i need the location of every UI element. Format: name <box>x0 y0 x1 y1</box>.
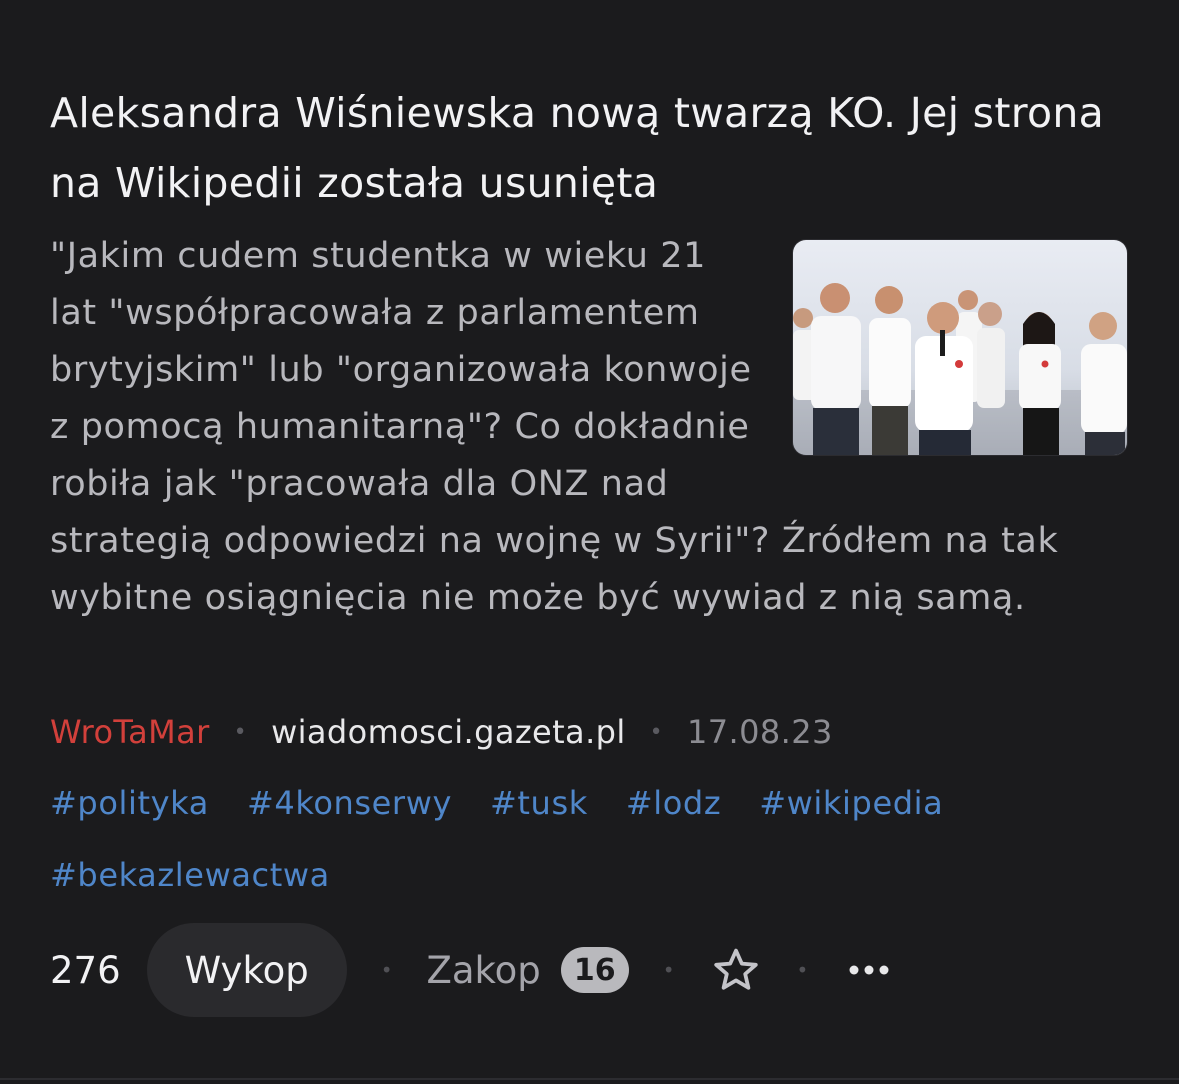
tag-list: #polityka #4konserwy #tusk #lodz #wikipe… <box>50 780 1140 898</box>
tag-link[interactable]: #lodz <box>626 780 721 826</box>
post-date: 17.08.23 <box>687 713 833 751</box>
divider <box>0 1078 1179 1080</box>
post-body: "Jakim cudem studentka w wieku 21 lat "w… <box>50 228 1140 627</box>
meta-separator: • <box>649 719 664 745</box>
wykop-button[interactable]: Wykop <box>146 923 347 1017</box>
more-dots-icon <box>849 965 889 975</box>
action-bar: 276 Wykop • Zakop 16 • • <box>50 922 896 1018</box>
zakop-label: Zakop <box>426 948 541 992</box>
post-thumbnail[interactable] <box>792 239 1128 456</box>
zakop-count-badge: 16 <box>560 947 629 993</box>
star-icon <box>713 948 758 990</box>
more-button[interactable] <box>842 943 896 997</box>
meta-separator: • <box>233 719 248 745</box>
action-separator: • <box>662 958 675 982</box>
tag-link[interactable]: #bekazlewactwa <box>50 852 330 898</box>
tag-link[interactable]: #polityka <box>50 780 209 826</box>
post-card: Aleksandra Wiśniewska nową twarzą KO. Je… <box>0 0 1179 1084</box>
author-link[interactable]: WroTaMar <box>50 713 210 751</box>
tag-link[interactable]: #wikipedia <box>759 780 943 826</box>
favorite-button[interactable] <box>709 943 763 997</box>
tag-link[interactable]: #tusk <box>490 780 588 826</box>
tag-link[interactable]: #4konserwy <box>247 780 452 826</box>
post-title[interactable]: Aleksandra Wiśniewska nową twarzą KO. Je… <box>50 78 1140 218</box>
post-meta: WroTaMar • wiadomosci.gazeta.pl • 17.08.… <box>50 710 833 754</box>
thumbnail-photo <box>793 240 1127 455</box>
action-separator: • <box>380 958 393 982</box>
source-link[interactable]: wiadomosci.gazeta.pl <box>271 713 626 751</box>
vote-count: 276 <box>50 948 121 992</box>
action-separator: • <box>796 958 809 982</box>
zakop-button[interactable]: Zakop 16 <box>426 947 629 993</box>
